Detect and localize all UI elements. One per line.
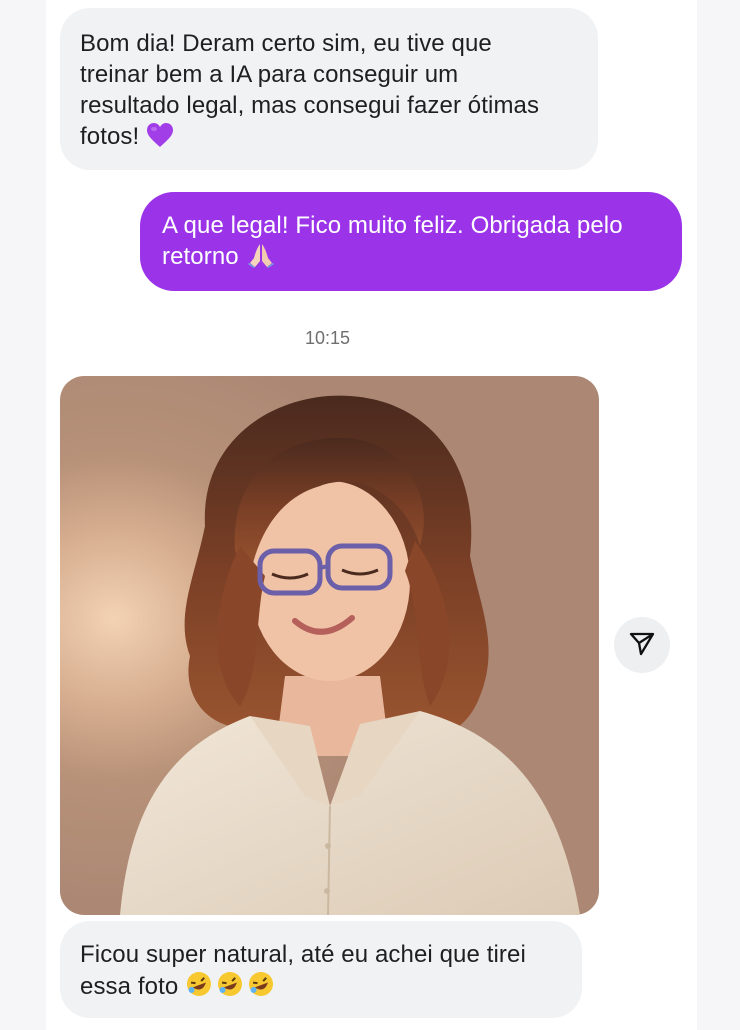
- message-line: essa foto: [80, 973, 179, 1000]
- message-line-last: essa foto: [80, 970, 564, 1006]
- timestamp: 10:15: [304, 328, 351, 348]
- message-line: Bom dia! Deram certo sim, eu tive que: [80, 30, 492, 57]
- message-line: treinar bem a IA para conseguir um: [80, 61, 459, 88]
- incoming-message[interactable]: Bom dia! Deram certo sim, eu tive que tr…: [60, 8, 598, 170]
- message-line-last: fotos!: [80, 121, 580, 156]
- portrait-image: [120, 395, 580, 915]
- share-button[interactable]: [614, 617, 670, 673]
- message-line: A que legal! Fico muito feliz. Obrigada …: [162, 212, 623, 239]
- outgoing-message[interactable]: A que legal! Fico muito feliz. Obrigada …: [140, 192, 682, 291]
- paper-plane-icon: [629, 630, 655, 661]
- folded-hands-icon: [246, 242, 276, 276]
- purple-heart-icon: [146, 122, 174, 156]
- message-line: retorno: [162, 243, 239, 270]
- photo-message[interactable]: [60, 376, 599, 915]
- message-line: Ficou super natural, até eu achei que ti…: [80, 941, 526, 968]
- incoming-message[interactable]: Ficou super natural, até eu achei que ti…: [60, 921, 582, 1018]
- laughing-face-icon: [185, 970, 275, 1006]
- message-line-last: retorno: [162, 241, 662, 276]
- message-line: fotos!: [80, 123, 140, 150]
- message-line: resultado legal, mas consegui fazer ótim…: [80, 92, 540, 119]
